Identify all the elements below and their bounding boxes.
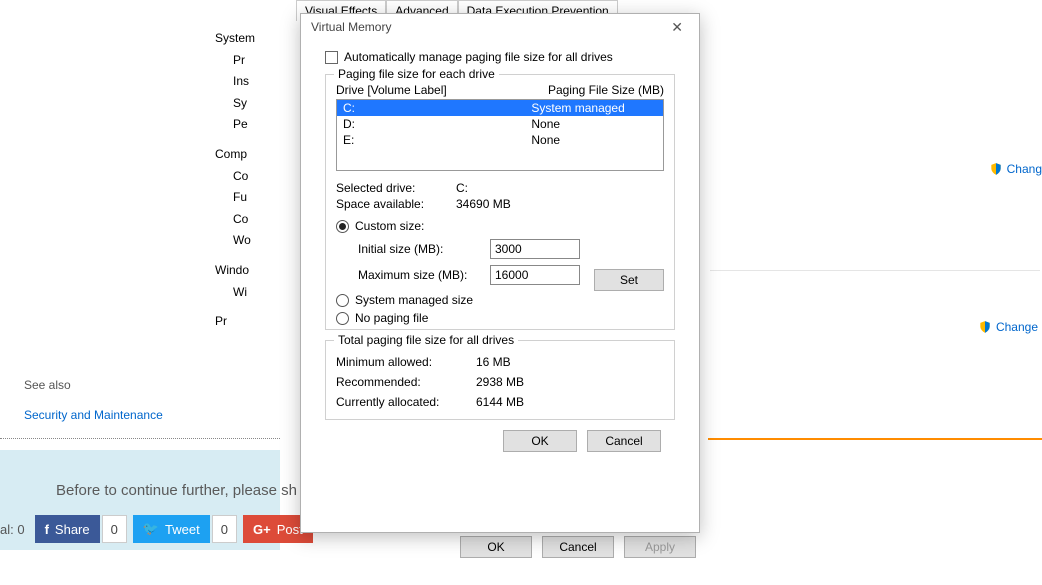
- orange-divider: [708, 438, 1042, 440]
- dialog-title: Virtual Memory: [311, 20, 391, 34]
- post-label: Post: [277, 522, 303, 537]
- selected-drive-label: Selected drive:: [336, 181, 456, 195]
- minimum-allowed-value: 16 MB: [476, 355, 511, 369]
- tweet-label: Tweet: [165, 522, 200, 537]
- bg-item: Wi: [233, 282, 280, 304]
- drive-status: None: [531, 133, 657, 147]
- drive-row[interactable]: D: None: [337, 116, 663, 132]
- dialog-footer-buttons: OK Cancel: [325, 430, 675, 452]
- close-button[interactable]: ✕: [665, 19, 689, 36]
- parent-apply-button: Apply: [624, 536, 696, 558]
- drive-label: C:: [343, 101, 531, 115]
- bg-label-system: System: [215, 28, 280, 50]
- continue-banner-text: Before to continue further, please sh: [56, 482, 297, 499]
- drive-label: E:: [343, 133, 531, 147]
- shield-icon: [989, 162, 1003, 176]
- share-label: Share: [55, 522, 90, 537]
- maximum-size-label: Maximum size (MB):: [358, 268, 478, 282]
- total-paging-group-title: Total paging file size for all drives: [334, 333, 518, 347]
- drive-status: None: [531, 117, 657, 131]
- ok-button[interactable]: OK: [503, 430, 577, 452]
- bg-label-windo: Windo: [215, 260, 280, 282]
- currently-allocated-label: Currently allocated:: [336, 395, 476, 409]
- minimum-allowed-row: Minimum allowed: 16 MB: [336, 355, 664, 369]
- googleplus-icon: G+: [253, 522, 271, 537]
- custom-size-radio[interactable]: [336, 220, 349, 233]
- bg-item: Co: [233, 166, 280, 188]
- drive-list-header: Drive [Volume Label] Paging File Size (M…: [336, 83, 664, 97]
- no-paging-radio[interactable]: [336, 312, 349, 325]
- system-managed-label: System managed size: [355, 293, 473, 307]
- see-also-heading: See also: [24, 378, 163, 392]
- bg-label-comp: Comp: [215, 144, 280, 166]
- auto-manage-label: Automatically manage paging file size fo…: [344, 50, 613, 64]
- bg-item: Co: [233, 209, 280, 231]
- close-icon: ✕: [671, 19, 683, 35]
- per-drive-group: Paging file size for each drive Drive [V…: [325, 74, 675, 330]
- space-available-row: Space available: 34690 MB: [336, 197, 664, 211]
- dialog-titlebar: Virtual Memory ✕: [301, 14, 699, 40]
- change-link[interactable]: Chang: [989, 162, 1042, 176]
- bg-item: Pe: [233, 114, 280, 136]
- custom-size-radio-row[interactable]: Custom size:: [336, 219, 664, 233]
- col-size-label: Paging File Size (MB): [548, 83, 664, 97]
- initial-size-input[interactable]: [490, 239, 580, 259]
- social-prefix: al: 0: [0, 522, 25, 537]
- tweet-count: 0: [212, 515, 237, 543]
- auto-manage-row[interactable]: Automatically manage paging file size fo…: [325, 50, 675, 64]
- recommended-row: Recommended: 2938 MB: [336, 375, 664, 389]
- background-system-section: System Pr Ins Sy Pe Comp Co Fu Co Wo Win…: [0, 0, 280, 333]
- no-paging-label: No paging file: [355, 311, 428, 325]
- auto-manage-checkbox[interactable]: [325, 51, 338, 64]
- see-also-section: See also Security and Maintenance: [24, 378, 163, 422]
- bg-item: Fu: [233, 187, 280, 209]
- maximum-size-input[interactable]: [490, 265, 580, 285]
- initial-size-row: Initial size (MB):: [358, 239, 664, 259]
- security-maintenance-link[interactable]: Security and Maintenance: [24, 408, 163, 422]
- facebook-share-button[interactable]: f Share: [35, 515, 100, 543]
- bg-item: Ins: [233, 71, 280, 93]
- system-managed-radio[interactable]: [336, 294, 349, 307]
- drive-status: System managed: [531, 101, 657, 115]
- space-available-label: Space available:: [336, 197, 456, 211]
- change-p-link-text: Change p: [996, 320, 1042, 334]
- parent-dialog-buttons: OK Cancel Apply: [460, 536, 696, 558]
- currently-allocated-row: Currently allocated: 6144 MB: [336, 395, 664, 409]
- shield-icon: [978, 320, 992, 334]
- bg-item: Wo: [233, 230, 280, 252]
- change-p-link[interactable]: Change p: [978, 320, 1042, 334]
- drive-list[interactable]: C: System managed D: None E: None: [336, 99, 664, 171]
- custom-size-label: Custom size:: [355, 219, 424, 233]
- bg-item: Pr: [233, 50, 280, 72]
- twitter-icon: 🐦: [143, 521, 159, 537]
- set-button[interactable]: Set: [594, 269, 664, 291]
- bg-label-pr: Pr: [215, 311, 280, 333]
- drive-label: D:: [343, 117, 531, 131]
- currently-allocated-value: 6144 MB: [476, 395, 524, 409]
- social-row: al: 0 f Share 0 🐦 Tweet 0 G+ Post: [0, 515, 313, 543]
- parent-ok-button[interactable]: OK: [460, 536, 532, 558]
- space-available-value: 34690 MB: [456, 197, 511, 211]
- facebook-icon: f: [45, 522, 49, 537]
- drive-row[interactable]: E: None: [337, 132, 663, 148]
- recommended-label: Recommended:: [336, 375, 476, 389]
- change-link-text: Chang: [1007, 162, 1042, 176]
- minimum-allowed-label: Minimum allowed:: [336, 355, 476, 369]
- parent-cancel-button[interactable]: Cancel: [542, 536, 614, 558]
- total-paging-group: Total paging file size for all drives Mi…: [325, 340, 675, 420]
- share-count: 0: [102, 515, 127, 543]
- dotted-divider: [0, 438, 280, 439]
- bg-item: Sy: [233, 93, 280, 115]
- recommended-value: 2938 MB: [476, 375, 524, 389]
- col-drive-label: Drive [Volume Label]: [336, 83, 447, 97]
- twitter-tweet-button[interactable]: 🐦 Tweet: [133, 515, 210, 543]
- selected-drive-value: C:: [456, 181, 468, 195]
- per-drive-group-title: Paging file size for each drive: [334, 67, 499, 81]
- drive-row[interactable]: C: System managed: [337, 100, 663, 116]
- virtual-memory-dialog: Virtual Memory ✕ Automatically manage pa…: [300, 13, 700, 533]
- initial-size-label: Initial size (MB):: [358, 242, 478, 256]
- selected-drive-row: Selected drive: C:: [336, 181, 664, 195]
- cancel-button[interactable]: Cancel: [587, 430, 661, 452]
